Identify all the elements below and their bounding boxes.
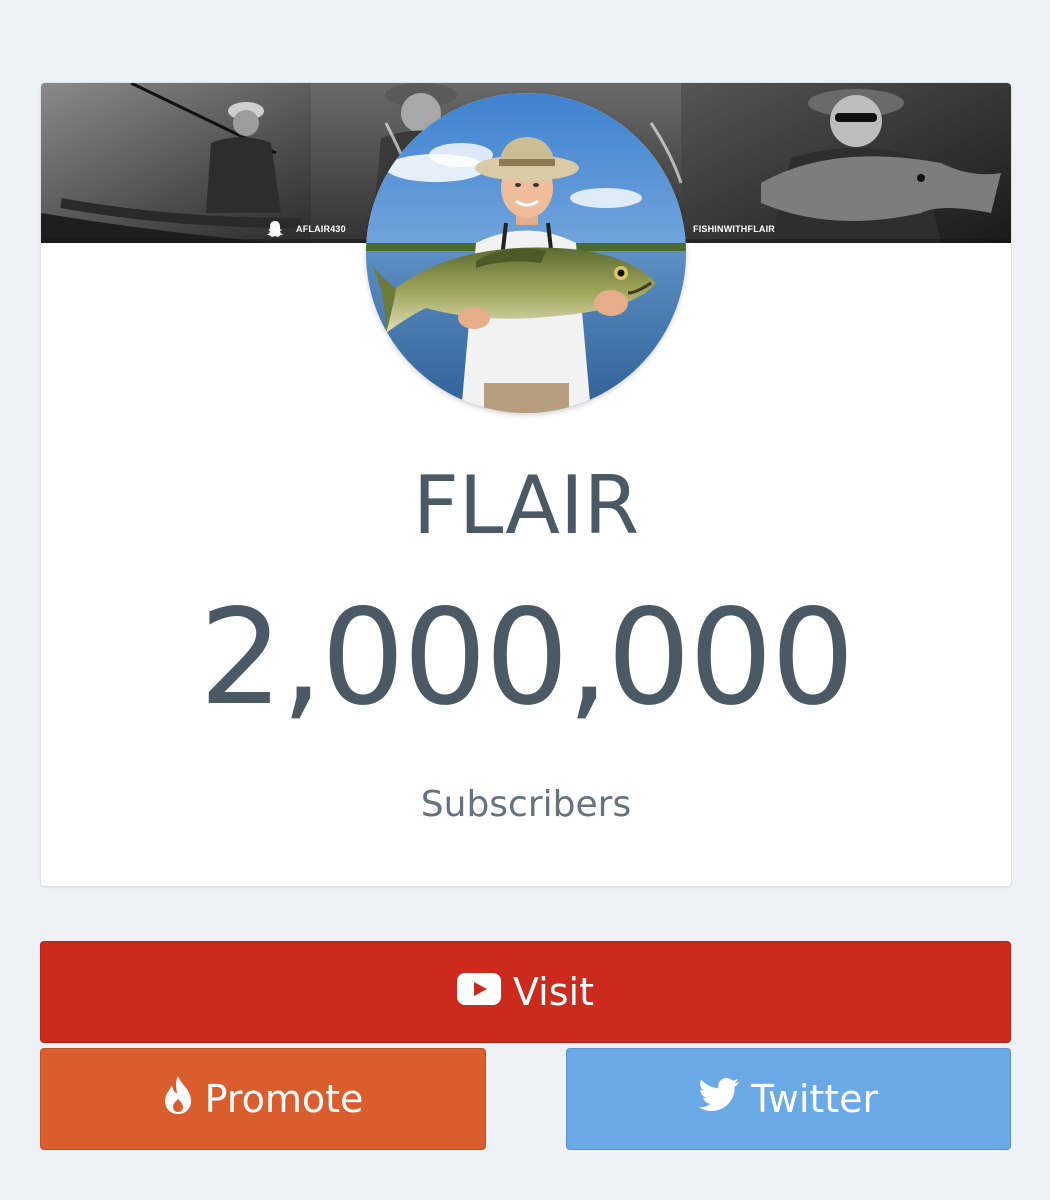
subscriber-label: Subscribers [420, 784, 632, 825]
channel-name: FLAIR [412, 459, 640, 552]
banner-handle-snapchat: AFLAIR430 [296, 224, 346, 234]
banner-handle-instagram: FISHINWITHFLAIR [693, 224, 775, 234]
visit-button[interactable]: Visit [40, 941, 1011, 1043]
flame-icon [163, 1075, 193, 1124]
snapchat-ghost-icon [267, 221, 283, 237]
subscriber-count: 2,000,000 [199, 581, 855, 735]
twitter-button-label: Twitter [750, 1077, 879, 1121]
twitter-bird-icon [698, 1077, 739, 1121]
promote-button-label: Promote [204, 1077, 364, 1121]
visit-button-label: Visit [513, 970, 594, 1014]
avatar-photo [366, 93, 686, 413]
promote-button[interactable]: Promote [40, 1048, 486, 1150]
twitter-button[interactable]: Twitter [566, 1048, 1011, 1150]
channel-card: AFLAIR430 FISHINWITHFLAIR FLAIR 2,000,00… [40, 82, 1012, 887]
youtube-icon [457, 970, 501, 1014]
channel-avatar [366, 93, 686, 413]
